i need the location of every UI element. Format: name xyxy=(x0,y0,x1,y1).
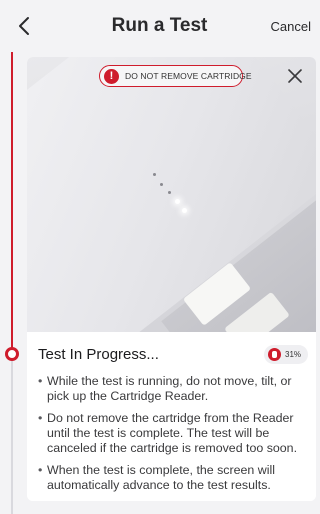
status-led xyxy=(168,191,171,194)
status-led-lit xyxy=(182,208,187,213)
cartridge-progress-icon xyxy=(268,348,281,361)
header-bar: Run a Test Cancel xyxy=(0,0,319,52)
status-title: Test In Progress... xyxy=(38,346,159,363)
progress-percent: 31% xyxy=(285,350,302,359)
close-icon[interactable] xyxy=(286,67,304,85)
status-led xyxy=(153,173,156,176)
warning-text: DO NOT REMOVE CARTRIDGE xyxy=(125,71,252,81)
instruction-item: Do not remove the cartridge from the Rea… xyxy=(38,411,310,456)
test-card: ! DO NOT REMOVE CARTRIDGE Test In Progre… xyxy=(27,57,316,501)
warning-banner: ! DO NOT REMOVE CARTRIDGE xyxy=(99,65,252,87)
progress-badge: 31% xyxy=(264,345,308,364)
instruction-item: While the test is running, do not move, … xyxy=(38,374,310,404)
warning-icon: ! xyxy=(104,68,119,84)
progress-track-active xyxy=(11,52,13,350)
status-led xyxy=(160,183,163,186)
status-content: Test In Progress... 31% While the test i… xyxy=(27,332,316,501)
status-led-lit xyxy=(175,199,180,204)
step-indicator-dot xyxy=(5,347,19,361)
instruction-item: When the test is complete, the screen wi… xyxy=(38,463,310,493)
cancel-button[interactable]: Cancel xyxy=(271,19,311,34)
reader-photo: ! DO NOT REMOVE CARTRIDGE xyxy=(27,57,316,332)
instruction-list: While the test is running, do not move, … xyxy=(38,374,310,500)
